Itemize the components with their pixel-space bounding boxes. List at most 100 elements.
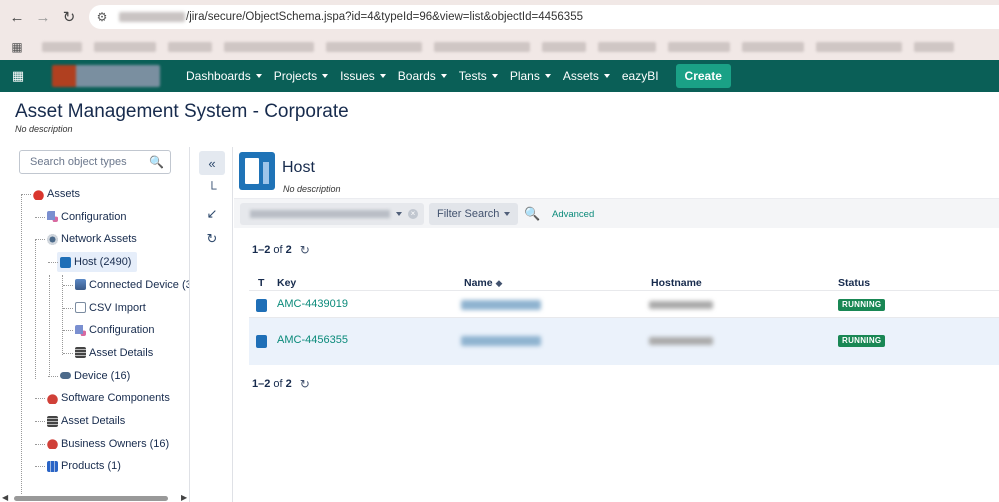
scroll-right-arrow-icon[interactable]: ▶ — [181, 493, 187, 502]
collapse-all-icon[interactable]: ↙ — [199, 202, 225, 226]
bookmark[interactable] — [816, 42, 902, 52]
bookmark[interactable] — [668, 42, 730, 52]
address-bar[interactable]: ⚙ /jira/secure/ObjectSchema.jspa?id=4&ty… — [89, 5, 999, 29]
tree-connector — [48, 375, 58, 377]
tree-node[interactable]: Device (16) — [60, 366, 130, 386]
bookmark[interactable] — [914, 42, 954, 52]
tree-node[interactable]: Configuration — [75, 320, 154, 340]
nav-item-tests[interactable]: Tests — [459, 69, 498, 83]
bookmarks-bar: ▦ — [0, 34, 999, 60]
tree-node[interactable]: Asset Details — [47, 411, 125, 431]
tree-node-label: Connected Device (37 — [89, 278, 190, 291]
object-key-link[interactable]: AMC-4456355 — [277, 334, 348, 346]
bookmark[interactable] — [224, 42, 314, 52]
column-header-hostname[interactable]: Hostname — [651, 277, 702, 289]
back-arrow-icon[interactable]: ← — [4, 4, 30, 30]
name-header-label: Name — [464, 277, 493, 289]
tree-node[interactable]: Assets — [33, 184, 80, 204]
nav-item-boards[interactable]: Boards — [398, 69, 447, 83]
advanced-link[interactable]: Advanced — [552, 209, 594, 220]
nav-item-label: eazyBI — [621, 69, 659, 83]
tree-node[interactable]: Network Assets — [47, 229, 137, 249]
bookmark[interactable] — [94, 42, 156, 52]
site-settings-icon[interactable]: ⚙ — [89, 10, 115, 24]
tree-node[interactable]: Connected Device (37 — [75, 275, 190, 295]
tree-node-label: Network Assets — [61, 233, 137, 246]
asset-details-icon — [47, 415, 58, 427]
search-icon[interactable]: 🔍 — [524, 206, 540, 222]
device-icon — [60, 372, 71, 380]
tree-node[interactable]: Asset Details — [75, 343, 153, 363]
object-type-title: Host — [282, 159, 315, 176]
collapse-panel-icon[interactable]: « — [199, 151, 225, 175]
tree-node-label: Configuration — [89, 324, 155, 337]
nav-item-label: Issues — [340, 69, 375, 83]
nav-menu: Dashboards Projects Issues Boards Tests Plans… — [186, 69, 671, 83]
app-switcher-icon[interactable]: ▦ — [0, 68, 36, 84]
tree-node[interactable]: Host (2490) — [57, 252, 138, 273]
logo[interactable] — [52, 65, 160, 87]
column-header-type[interactable]: T — [258, 277, 264, 289]
apps-grid-icon[interactable]: ▦ — [4, 40, 30, 54]
tag-icon: ◆ — [495, 278, 503, 288]
page-range: 1–2 — [252, 378, 271, 390]
bookmark[interactable] — [542, 42, 586, 52]
bookmark[interactable] — [168, 42, 212, 52]
csv-icon — [75, 302, 86, 313]
redacted-filter-value — [250, 210, 390, 218]
create-button[interactable]: Create — [675, 64, 731, 88]
chevron-down-icon[interactable] — [396, 212, 402, 216]
filter-search-button[interactable]: Filter Search — [429, 203, 519, 225]
hierarchy-icon[interactable]: └ — [199, 176, 225, 200]
horizontal-scrollbar[interactable] — [14, 496, 168, 501]
saved-filter-select[interactable]: × — [240, 203, 424, 225]
column-header-name[interactable]: Name ◆ — [464, 277, 502, 289]
nav-item-plans[interactable]: Plans — [510, 69, 551, 83]
reload-icon[interactable]: ↻ — [56, 4, 82, 30]
of-label: of — [273, 244, 283, 256]
nav-item-projects[interactable]: Projects — [274, 69, 329, 83]
refresh-tree-icon[interactable]: ↻ — [199, 227, 225, 251]
search-input[interactable] — [30, 156, 154, 168]
page-subtitle: No description — [15, 124, 73, 134]
products-icon — [47, 460, 58, 472]
bookmark[interactable] — [598, 42, 656, 52]
column-header-status[interactable]: Status — [838, 277, 870, 289]
tree-node[interactable]: Software Components — [47, 388, 170, 408]
tree-connector — [35, 398, 45, 400]
bookmark[interactable] — [434, 42, 530, 52]
clear-icon[interactable]: × — [408, 209, 418, 219]
bookmark[interactable] — [742, 42, 804, 52]
tree-node[interactable]: Products (1) — [47, 456, 121, 476]
nav-item-dashboards[interactable]: Dashboards — [186, 69, 262, 83]
nav-item-issues[interactable]: Issues — [340, 69, 386, 83]
object-type-search[interactable]: 🔍 — [19, 150, 171, 174]
tree-node-label: Host (2490) — [74, 256, 132, 269]
column-header-key[interactable]: Key — [277, 277, 296, 289]
nav-item-eazybi[interactable]: eazyBI — [622, 69, 659, 83]
object-type-description: No description — [283, 184, 341, 194]
filter-bar: × Filter Search 🔍 Advanced — [234, 198, 999, 228]
tree-tools: « └ ↙ ↻ — [191, 147, 233, 502]
search-icon[interactable]: 🔍 — [149, 155, 164, 169]
refresh-icon[interactable]: ↻ — [300, 243, 310, 257]
network-icon — [47, 233, 58, 245]
tree-connector — [35, 216, 45, 218]
page-range: 1–2 — [252, 244, 271, 256]
redacted-host — [119, 12, 185, 22]
filter-search-label: Filter Search — [437, 208, 500, 220]
forward-arrow-icon[interactable]: → — [30, 4, 56, 30]
table-row[interactable]: AMC-4456355 RUNNING — [249, 317, 999, 365]
refresh-icon[interactable]: ↻ — [300, 377, 310, 391]
bookmark[interactable] — [326, 42, 422, 52]
scroll-left-arrow-icon[interactable]: ◀ — [2, 493, 8, 502]
tree-node[interactable]: Business Owners (16) — [47, 434, 169, 454]
tree-node[interactable]: CSV Import — [75, 298, 146, 318]
object-key-link[interactable]: AMC-4439019 — [277, 298, 348, 310]
table-row[interactable]: AMC-4439019 RUNNING — [249, 290, 999, 319]
nav-item-assets[interactable]: Assets — [563, 69, 610, 83]
app-navigation: ▦ Dashboards Projects Issues Boards Tests Pla… — [0, 60, 999, 92]
pagination-bottom: 1–2 of 2 ↻ — [252, 377, 310, 391]
tree-node[interactable]: Configuration — [47, 207, 126, 227]
bookmark[interactable] — [42, 42, 82, 52]
